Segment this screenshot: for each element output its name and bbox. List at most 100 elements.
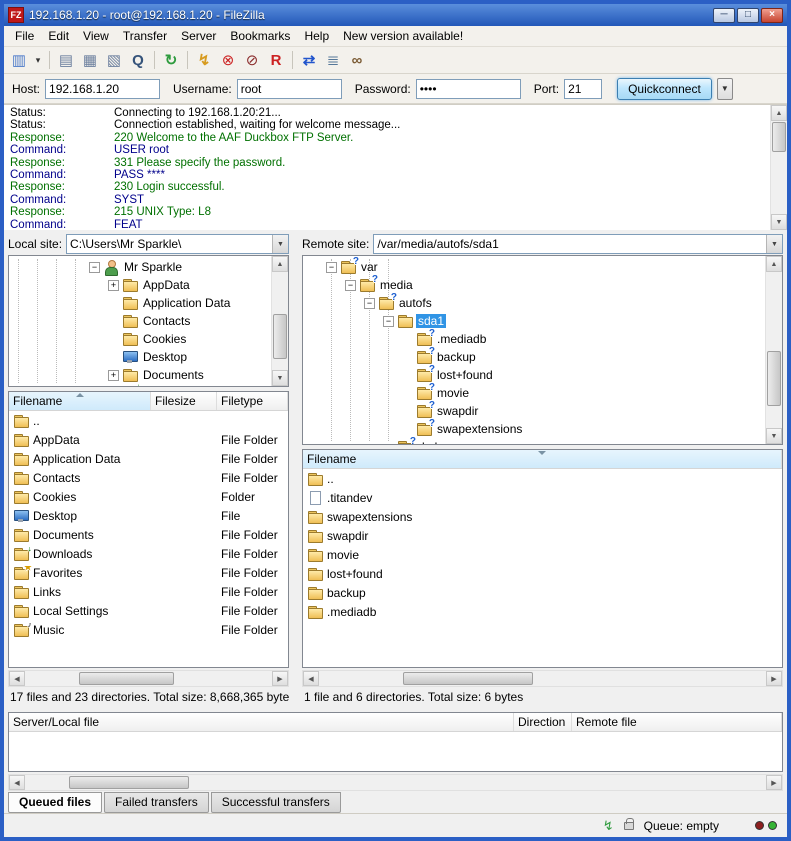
queue-body[interactable] — [9, 732, 782, 771]
local-tree-item-downloads[interactable]: +↓Downloads — [9, 384, 271, 386]
remote-tree-item-movie[interactable]: ?movie — [303, 384, 765, 402]
minimize-button[interactable]: ─ — [713, 8, 735, 23]
reconnect-icon[interactable]: R — [265, 49, 287, 71]
local-file-row-cookies[interactable]: CookiesFolder — [9, 487, 288, 506]
scroll-left-icon[interactable]: ◀ — [9, 671, 25, 686]
remote-tree-item-mediadb[interactable]: ?.mediadb — [303, 330, 765, 348]
port-input[interactable] — [564, 79, 602, 99]
dropdown-icon[interactable]: ▾ — [32, 49, 44, 71]
site-manager-icon[interactable]: ▥ — [8, 49, 30, 71]
collapse-icon[interactable]: − — [89, 262, 100, 273]
scroll-up-icon[interactable]: ▲ — [272, 256, 288, 272]
chevron-down-icon[interactable]: ▼ — [766, 235, 782, 253]
remote-column-header-filename[interactable]: Filename — [303, 450, 782, 468]
scroll-right-icon[interactable]: ▶ — [766, 671, 782, 686]
local-tree-item-mr-sparkle[interactable]: −Mr Sparkle — [9, 258, 271, 276]
scroll-down-icon[interactable]: ▼ — [771, 214, 787, 230]
toggle-local-tree-icon[interactable]: ▦ — [79, 49, 101, 71]
chevron-down-icon[interactable]: ▼ — [272, 235, 288, 253]
local-file-row-music[interactable]: ♪MusicFile Folder — [9, 620, 288, 639]
tab-failed-transfers[interactable]: Failed transfers — [104, 792, 209, 813]
local-file-row-local-settings[interactable]: Local SettingsFile Folder — [9, 601, 288, 620]
remote-tree-item-sda1[interactable]: −sda1 — [303, 312, 765, 330]
maximize-button[interactable]: □ — [737, 8, 759, 23]
local-file-row-[interactable]: .. — [9, 411, 288, 430]
quickconnect-dropdown-icon[interactable]: ▼ — [717, 78, 733, 100]
local-file-row-contacts[interactable]: ContactsFile Folder — [9, 468, 288, 487]
queue-horizontal-scrollbar[interactable]: ◀ ▶ — [8, 774, 783, 791]
local-tree-scrollbar[interactable]: ▲ ▼ — [271, 256, 288, 386]
menu-edit[interactable]: Edit — [41, 27, 76, 45]
remote-file-row-swapextensions[interactable]: swapextensions — [303, 507, 782, 526]
remote-site-combo[interactable]: /var/media/autofs/sda1 ▼ — [373, 234, 783, 254]
local-file-row-desktop[interactable]: DesktopFile — [9, 506, 288, 525]
title-bar[interactable]: FZ 192.168.1.20 - root@192.168.1.20 - Fi… — [4, 4, 787, 26]
remote-tree-scrollbar[interactable]: ▲ ▼ — [765, 256, 782, 444]
scrollbar-thumb[interactable] — [403, 672, 533, 685]
remote-tree-item-swapdir[interactable]: ?swapdir — [303, 402, 765, 420]
scroll-right-icon[interactable]: ▶ — [766, 775, 782, 790]
local-file-row-documents[interactable]: DocumentsFile Folder — [9, 525, 288, 544]
menu-file[interactable]: File — [8, 27, 41, 45]
remote-tree-item-swapextensions[interactable]: ?swapextensions — [303, 420, 765, 438]
local-column-header-filetype[interactable]: Filetype — [217, 392, 288, 410]
toggle-remote-tree-icon[interactable]: ▧ — [103, 49, 125, 71]
scrollbar-thumb[interactable] — [69, 776, 189, 789]
local-column-header-filesize[interactable]: Filesize — [151, 392, 217, 410]
scroll-down-icon[interactable]: ▼ — [272, 370, 288, 386]
log-vertical-scrollbar[interactable]: ▲ ▼ — [770, 105, 787, 230]
menu-bookmarks[interactable]: Bookmarks — [223, 27, 297, 45]
local-file-row-downloads[interactable]: ↓DownloadsFile Folder — [9, 544, 288, 563]
scroll-down-icon[interactable]: ▼ — [766, 428, 782, 444]
queue-column-header-remote-file[interactable]: Remote file — [572, 713, 782, 731]
collapse-icon[interactable]: − — [383, 316, 394, 327]
local-file-row-appdata[interactable]: AppDataFile Folder — [9, 430, 288, 449]
menu-new-version-available[interactable]: New version available! — [336, 27, 470, 45]
refresh-icon[interactable]: ↻ — [160, 49, 182, 71]
tab-successful-transfers[interactable]: Successful transfers — [211, 792, 341, 813]
remote-horizontal-scrollbar[interactable]: ◀ ▶ — [302, 670, 783, 687]
local-tree-item-contacts[interactable]: Contacts — [9, 312, 271, 330]
local-file-row-application-data[interactable]: Application DataFile Folder — [9, 449, 288, 468]
remote-file-row-[interactable]: .. — [303, 469, 782, 488]
remote-file-row-movie[interactable]: movie — [303, 545, 782, 564]
menu-server[interactable]: Server — [174, 27, 223, 45]
directory-comparison-icon[interactable]: ⇄ — [298, 49, 320, 71]
collapse-icon[interactable]: − — [326, 262, 337, 273]
local-site-combo[interactable]: C:\Users\Mr Sparkle\ ▼ — [66, 234, 289, 254]
expand-icon[interactable]: + — [108, 280, 119, 291]
scrollbar-thumb[interactable] — [767, 351, 781, 406]
local-file-row-links[interactable]: LinksFile Folder — [9, 582, 288, 601]
scrollbar-thumb[interactable] — [772, 122, 786, 152]
local-tree-item-desktop[interactable]: Desktop — [9, 348, 271, 366]
remote-file-row-lost-found[interactable]: lost+found — [303, 564, 782, 583]
scroll-up-icon[interactable]: ▲ — [766, 256, 782, 272]
process-queue-icon[interactable]: ↯ — [193, 49, 215, 71]
tab-queued-files[interactable]: Queued files — [8, 792, 102, 813]
remote-tree-item-media[interactable]: −?media — [303, 276, 765, 294]
queue-column-header-direction[interactable]: Direction — [514, 713, 572, 731]
scrollbar-thumb[interactable] — [273, 314, 287, 359]
scroll-left-icon[interactable]: ◀ — [303, 671, 319, 686]
queue-column-header-server-local-file[interactable]: Server/Local file — [9, 713, 514, 731]
password-input[interactable] — [416, 79, 521, 99]
toggle-message-log-icon[interactable]: ▤ — [55, 49, 77, 71]
collapse-icon[interactable]: − — [345, 280, 356, 291]
remote-file-row-backup[interactable]: backup — [303, 583, 782, 602]
scroll-up-icon[interactable]: ▲ — [771, 105, 787, 121]
username-input[interactable] — [237, 79, 342, 99]
close-button[interactable]: × — [761, 8, 783, 23]
local-horizontal-scrollbar[interactable]: ◀ ▶ — [8, 670, 289, 687]
menu-help[interactable]: Help — [297, 27, 336, 45]
remote-tree-item-autofs[interactable]: −?autofs — [303, 294, 765, 312]
local-file-row-favorites[interactable]: ★FavoritesFile Folder — [9, 563, 288, 582]
local-tree-item-appdata[interactable]: +AppData — [9, 276, 271, 294]
local-column-header-filename[interactable]: Filename — [9, 392, 151, 410]
find-files-icon[interactable]: ∞ — [346, 49, 368, 71]
menu-view[interactable]: View — [76, 27, 116, 45]
scrollbar-thumb[interactable] — [79, 672, 174, 685]
cancel-icon[interactable]: ⊗ — [217, 49, 239, 71]
remote-tree-item-dvd[interactable]: ?dvd — [303, 438, 765, 444]
host-input[interactable] — [45, 79, 160, 99]
local-tree-item-cookies[interactable]: Cookies — [9, 330, 271, 348]
